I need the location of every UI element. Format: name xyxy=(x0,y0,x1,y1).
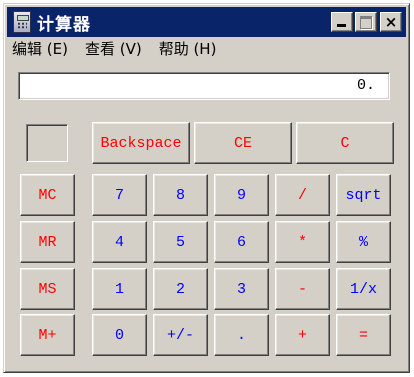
digit-8-button[interactable]: 8 xyxy=(153,174,208,216)
close-button[interactable]: × xyxy=(380,12,402,32)
close-icon: × xyxy=(384,12,398,31)
memory-clear-button[interactable]: MC xyxy=(20,174,75,216)
digit-0-button[interactable]: 0 xyxy=(92,314,147,356)
calculator-icon xyxy=(13,11,31,33)
reciprocal-button[interactable]: 1/x xyxy=(336,268,391,310)
memory-store-button[interactable]: MS xyxy=(20,268,75,310)
digit-6-button[interactable]: 6 xyxy=(214,221,269,263)
title-bar[interactable]: 计算器 × xyxy=(7,7,406,37)
result-display: 0. xyxy=(18,72,390,100)
window-title: 计算器 xyxy=(37,14,91,35)
divide-button[interactable]: / xyxy=(275,174,330,216)
memory-recall-button[interactable]: MR xyxy=(20,221,75,263)
window-controls: × xyxy=(329,12,402,32)
memory-add-button[interactable]: M+ xyxy=(20,314,75,356)
digit-4-button[interactable]: 4 xyxy=(92,221,147,263)
digit-3-button[interactable]: 3 xyxy=(214,268,269,310)
digit-5-button[interactable]: 5 xyxy=(153,221,208,263)
clear-entry-button[interactable]: CE xyxy=(194,122,292,164)
menu-view[interactable]: 查看 (V) xyxy=(85,38,142,60)
minimize-button[interactable] xyxy=(331,12,353,32)
digit-2-button[interactable]: 2 xyxy=(153,268,208,310)
clear-button[interactable]: C xyxy=(296,122,394,164)
subtract-button[interactable]: - xyxy=(275,268,330,310)
add-button[interactable]: + xyxy=(275,314,330,356)
menu-edit[interactable]: 编辑 (E) xyxy=(12,38,68,60)
digit-1-button[interactable]: 1 xyxy=(92,268,147,310)
decimal-point-button[interactable]: . xyxy=(214,314,269,356)
percent-button[interactable]: % xyxy=(336,221,391,263)
digit-7-button[interactable]: 7 xyxy=(92,174,147,216)
digit-9-button[interactable]: 9 xyxy=(214,174,269,216)
menu-help[interactable]: 帮助 (H) xyxy=(159,38,217,60)
sqrt-button[interactable]: sqrt xyxy=(336,174,391,216)
memory-indicator xyxy=(26,124,68,162)
multiply-button[interactable]: * xyxy=(275,221,330,263)
maximize-button[interactable] xyxy=(355,12,377,32)
menu-bar: 编辑 (E) 查看 (V) 帮助 (H) xyxy=(12,38,233,60)
equals-button[interactable]: = xyxy=(336,314,391,356)
backspace-button[interactable]: Backspace xyxy=(92,122,190,164)
sign-toggle-button[interactable]: +/- xyxy=(153,314,208,356)
